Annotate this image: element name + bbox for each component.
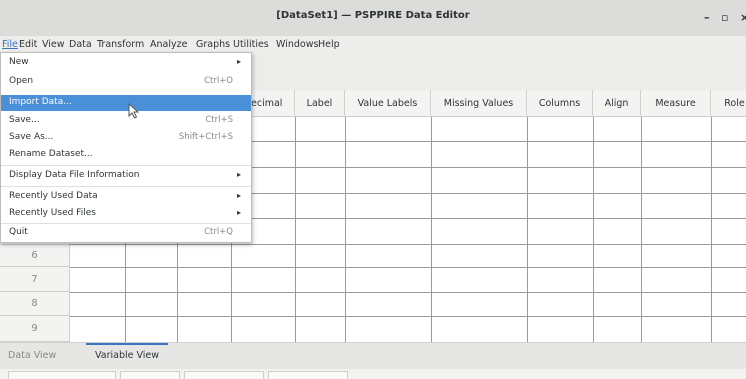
menu-separator	[1, 186, 251, 187]
status-bar	[0, 369, 746, 379]
column-header-missing-values[interactable]: Missing Values	[431, 90, 527, 117]
menu-data[interactable]: Data	[69, 39, 92, 50]
menu-item-display-data-file-information[interactable]: Display Data File Information ▸	[1, 168, 251, 184]
column-header-value-labels[interactable]: Value Labels	[345, 90, 431, 117]
menu-item-shortcut: Shift+Ctrl+S	[178, 132, 233, 142]
menu-item-label: Save As...	[9, 132, 54, 142]
menu-item-label: Recently Used Data	[9, 191, 98, 201]
close-button[interactable]: ×	[740, 11, 746, 24]
grid-line	[70, 267, 746, 268]
menu-windows[interactable]: Windows	[276, 39, 318, 50]
submenu-arrow-icon: ▸	[236, 208, 241, 217]
menu-file[interactable]: File	[2, 39, 18, 50]
grid-line	[345, 117, 346, 342]
tab-data-view[interactable]: Data View	[8, 350, 56, 361]
menu-analyze[interactable]: Analyze	[150, 39, 187, 50]
menu-item-label: Open	[9, 76, 34, 86]
menu-separator	[1, 223, 251, 224]
menu-item-save[interactable]: Save... Ctrl+S	[1, 113, 251, 129]
mouse-cursor-icon	[128, 103, 139, 119]
file-menu-dropdown: New ▸ Open Ctrl+O Import Data... Save...…	[0, 52, 252, 243]
column-header-role[interactable]: Role	[711, 90, 746, 117]
grid-line	[593, 117, 594, 342]
tab-variable-view[interactable]: Variable View	[95, 350, 159, 361]
menu-item-shortcut: Ctrl+O	[204, 76, 233, 86]
row-header-8[interactable]: 8	[0, 292, 70, 316]
window-title: [DataSet1] — PSPPIRE Data Editor	[276, 10, 470, 21]
menu-item-import-data[interactable]: Import Data...	[1, 95, 251, 111]
maximize-button[interactable]: ▫	[721, 11, 728, 24]
column-header-align[interactable]: Align	[593, 90, 641, 117]
row-header-7[interactable]: 7	[0, 267, 70, 292]
column-header-measure[interactable]: Measure	[641, 90, 711, 117]
column-header-columns[interactable]: Columns	[527, 90, 593, 117]
menu-item-label: Import Data...	[9, 97, 72, 107]
menu-item-label: Rename Dataset...	[9, 149, 93, 159]
menu-item-shortcut: Ctrl+Q	[204, 227, 233, 237]
menu-utilities[interactable]: Utilities	[233, 39, 269, 50]
view-tabs: Data View Variable View	[0, 342, 746, 370]
status-segment	[184, 371, 264, 379]
grid-line	[711, 117, 712, 342]
menu-item-label: Display Data File Information	[9, 170, 140, 180]
menu-separator	[1, 165, 251, 166]
menu-help[interactable]: Help	[318, 39, 340, 50]
submenu-arrow-icon: ▸	[236, 170, 241, 179]
menu-graphs[interactable]: Graphs	[196, 39, 230, 50]
grid-line	[70, 244, 746, 245]
menu-transform[interactable]: Transform	[97, 39, 144, 50]
menu-item-label: Recently Used Files	[9, 208, 96, 218]
row-header-6[interactable]: 6	[0, 245, 70, 267]
grid-line	[641, 117, 642, 342]
row-header-9[interactable]: 9	[0, 316, 70, 342]
status-segment	[268, 371, 348, 379]
grid-line	[431, 117, 432, 342]
menu-edit[interactable]: Edit	[19, 39, 37, 50]
active-tab-indicator	[86, 343, 168, 345]
menu-item-save-as[interactable]: Save As... Shift+Ctrl+S	[1, 130, 251, 146]
minimize-button[interactable]: –	[704, 11, 710, 24]
grid-line	[527, 117, 528, 342]
submenu-arrow-icon: ▸	[236, 57, 241, 66]
column-header-label[interactable]: Label	[295, 90, 345, 117]
menu-item-label: Save...	[9, 115, 40, 125]
menu-item-rename-dataset[interactable]: Rename Dataset...	[1, 147, 251, 163]
grid-line	[70, 292, 746, 293]
status-segment	[120, 371, 180, 379]
submenu-arrow-icon: ▸	[236, 191, 241, 200]
title-bar: [DataSet1] — PSPPIRE Data Editor – ▫ ×	[0, 0, 746, 37]
menu-item-quit[interactable]: Quit Ctrl+Q	[1, 225, 251, 241]
menu-item-shortcut: Ctrl+S	[205, 115, 233, 125]
menu-item-new[interactable]: New ▸	[1, 55, 251, 71]
grid-line	[70, 316, 746, 317]
menu-item-recently-used-data[interactable]: Recently Used Data ▸	[1, 189, 251, 205]
grid-line	[295, 117, 296, 342]
menu-item-recently-used-files[interactable]: Recently Used Files ▸	[1, 206, 251, 222]
menu-item-label: New	[9, 57, 29, 67]
menu-item-open[interactable]: Open Ctrl+O	[1, 74, 251, 90]
status-segment	[8, 371, 116, 379]
menu-item-label: Quit	[9, 227, 28, 237]
menu-view[interactable]: View	[42, 39, 65, 50]
